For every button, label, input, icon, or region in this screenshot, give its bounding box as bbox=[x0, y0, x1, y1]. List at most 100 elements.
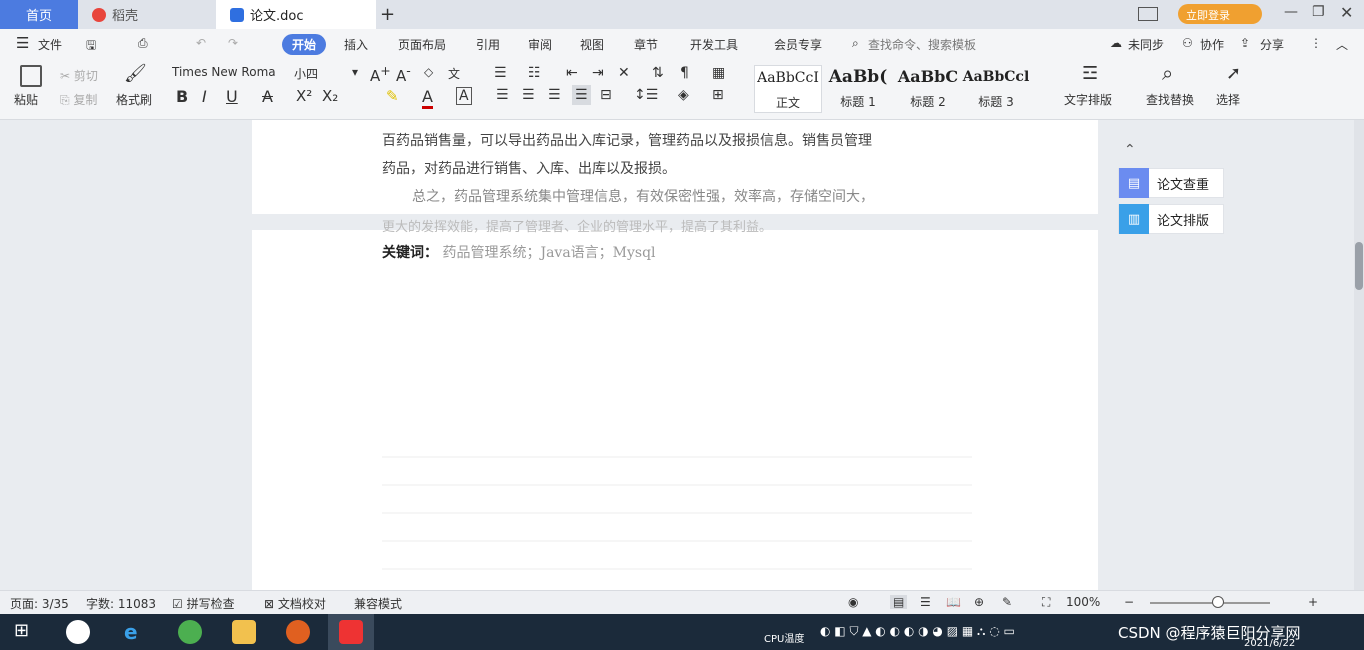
font-color-icon[interactable]: A bbox=[422, 87, 433, 109]
edit-view-icon[interactable]: ✎ bbox=[1002, 595, 1012, 609]
find-replace-icon[interactable]: ⌕ bbox=[1162, 61, 1173, 85]
wps-icon[interactable] bbox=[328, 614, 374, 650]
zoom-level[interactable]: 100% bbox=[1066, 595, 1100, 609]
collab-button[interactable]: 协作 bbox=[1200, 36, 1224, 53]
menu-file[interactable]: 文件 bbox=[38, 36, 62, 53]
menu-developer[interactable]: 开发工具 bbox=[690, 36, 738, 53]
cut-button[interactable]: ✂ 剪切 bbox=[60, 67, 98, 84]
thesis-layout-button[interactable]: ▥ 论文排版 bbox=[1118, 204, 1224, 234]
table-tools-icon[interactable]: ▦ bbox=[712, 65, 725, 81]
tab-home[interactable]: 首页 bbox=[0, 0, 78, 29]
undo-icon[interactable]: ↶ bbox=[196, 36, 206, 50]
quick-save-icon[interactable]: 🖫 bbox=[86, 36, 96, 57]
font-name-select[interactable]: Times New Roma bbox=[172, 65, 282, 79]
numbered-list-icon[interactable]: ☷ bbox=[528, 65, 541, 81]
command-search-input[interactable]: 查找命令、搜索模板 bbox=[868, 36, 976, 53]
new-tab-button[interactable]: + bbox=[380, 4, 395, 25]
chinese-layout-icon[interactable]: ✕ bbox=[618, 65, 630, 81]
grow-font-icon[interactable]: A+ bbox=[370, 63, 391, 85]
style-heading-1[interactable]: AaBb( 标题 1 bbox=[824, 65, 892, 113]
format-painter-label[interactable]: 格式刷 bbox=[116, 91, 152, 108]
superscript-icon[interactable]: X² bbox=[296, 87, 312, 105]
clear-format-icon[interactable]: ◇ bbox=[424, 65, 433, 79]
menu-start[interactable]: 开始 bbox=[282, 34, 327, 55]
app-icon-1[interactable] bbox=[66, 620, 90, 644]
decrease-indent-icon[interactable]: ⇤ bbox=[566, 65, 578, 81]
fit-page-icon[interactable]: ⛶ bbox=[1042, 595, 1050, 610]
quick-print-icon[interactable]: ⎙ bbox=[138, 36, 148, 51]
shading-icon[interactable]: ◈ bbox=[678, 87, 689, 103]
italic-icon[interactable]: I bbox=[202, 87, 207, 106]
strikethrough-icon[interactable]: A bbox=[262, 87, 273, 106]
subscript-icon[interactable]: X₂ bbox=[322, 87, 338, 105]
app-icon-2[interactable] bbox=[286, 620, 310, 644]
menu-review[interactable]: 审阅 bbox=[528, 36, 552, 53]
windows-start-icon[interactable]: ⊞ bbox=[14, 620, 38, 644]
style-normal[interactable]: AaBbCcI 正文 bbox=[754, 65, 822, 113]
text-layout-label[interactable]: 文字排版 bbox=[1064, 91, 1112, 108]
vertical-scrollbar[interactable] bbox=[1354, 120, 1364, 590]
phonetic-icon[interactable]: 文 bbox=[448, 65, 460, 82]
scrollbar-thumb[interactable] bbox=[1355, 242, 1363, 290]
menu-view[interactable]: 视图 bbox=[580, 36, 604, 53]
restore-button[interactable]: ❐ bbox=[1312, 4, 1325, 20]
copy-button[interactable]: ⎘ 复制 bbox=[60, 91, 97, 108]
style-heading-2[interactable]: AaBbC 标题 2 bbox=[894, 65, 962, 113]
close-button[interactable]: ✕ bbox=[1340, 3, 1353, 22]
tab-docer[interactable]: 稻壳 bbox=[78, 0, 216, 29]
zoom-in-button[interactable]: + bbox=[1308, 595, 1318, 609]
shrink-font-icon[interactable]: A- bbox=[396, 63, 411, 85]
show-marks-icon[interactable]: ¶ bbox=[680, 65, 689, 81]
select-label[interactable]: 选择 bbox=[1216, 91, 1240, 108]
highlight-icon[interactable]: ✎ bbox=[386, 87, 399, 105]
side-collapse-icon[interactable]: ⌃ bbox=[1124, 142, 1136, 158]
collapse-ribbon-icon[interactable]: ︿ bbox=[1336, 36, 1348, 53]
ie-browser-icon[interactable]: e bbox=[124, 620, 148, 644]
file-explorer-icon[interactable] bbox=[232, 620, 256, 644]
menu-member[interactable]: 会员专享 bbox=[774, 36, 822, 53]
more-icon[interactable]: ⋮ bbox=[1310, 36, 1322, 50]
format-painter-icon[interactable]: 🖌 bbox=[124, 63, 147, 84]
paste-icon[interactable] bbox=[20, 65, 42, 87]
justify-icon[interactable]: ☰ bbox=[572, 85, 591, 105]
thesis-check-button[interactable]: ▤ 论文查重 bbox=[1118, 168, 1224, 198]
zoom-slider[interactable] bbox=[1150, 602, 1270, 604]
browser-360-icon[interactable] bbox=[178, 620, 202, 644]
find-replace-label[interactable]: 查找替换 bbox=[1146, 91, 1194, 108]
outline-view-icon[interactable]: ☰ bbox=[920, 595, 931, 609]
tab-document[interactable]: 论文.doc bbox=[216, 0, 376, 29]
word-count[interactable]: 字数: 11083 bbox=[86, 595, 156, 612]
tray-icons[interactable]: ◐ ◧ ⛉ ▲ ◐ ◐ ◐ ◑ ◕ ▨ ▦ ⛬ ◌ ▭ bbox=[820, 624, 1015, 639]
web-view-icon[interactable]: ⊕ bbox=[974, 595, 984, 609]
page-view-icon[interactable]: ▤ bbox=[890, 595, 908, 609]
char-border-icon[interactable]: A bbox=[456, 87, 472, 105]
minimize-button[interactable]: — bbox=[1284, 4, 1298, 20]
font-size-select[interactable]: 小四 bbox=[294, 65, 318, 82]
menu-chapter[interactable]: 章节 bbox=[634, 36, 658, 53]
select-cursor-icon[interactable]: ➚ bbox=[1226, 63, 1241, 84]
page-current[interactable]: 更大的发挥效能，提高了管理者、企业的管理水平，提高了其利益。 关键词： 药品管理… bbox=[252, 220, 1098, 590]
menu-references[interactable]: 引用 bbox=[476, 36, 500, 53]
underline-icon[interactable]: U bbox=[226, 87, 238, 106]
sort-icon[interactable]: ⇅ bbox=[652, 65, 664, 81]
doc-proof-button[interactable]: ⊠ 文档校对 bbox=[264, 595, 326, 612]
distribute-icon[interactable]: ⊟ bbox=[600, 87, 612, 103]
align-left-icon[interactable]: ☰ bbox=[496, 87, 509, 103]
read-view-icon[interactable]: 📖 bbox=[946, 595, 961, 609]
style-heading-3[interactable]: AaBbCcl 标题 3 bbox=[962, 65, 1030, 113]
hamburger-menu-icon[interactable]: ☰ bbox=[16, 34, 29, 52]
align-center-icon[interactable]: ☰ bbox=[522, 87, 535, 103]
redo-icon[interactable]: ↷ bbox=[228, 36, 238, 50]
menu-insert[interactable]: 插入 bbox=[344, 36, 368, 53]
line-spacing-icon[interactable]: ↕☰ bbox=[634, 87, 658, 103]
share-button[interactable]: 分享 bbox=[1260, 36, 1284, 53]
sync-status[interactable]: 未同步 bbox=[1128, 36, 1164, 53]
login-button[interactable]: 立即登录 bbox=[1178, 4, 1262, 24]
align-right-icon[interactable]: ☰ bbox=[548, 87, 561, 103]
bold-icon[interactable]: B bbox=[176, 87, 188, 106]
increase-indent-icon[interactable]: ⇥ bbox=[592, 65, 604, 81]
eye-protect-icon[interactable]: ◉ bbox=[848, 595, 858, 609]
zoom-slider-handle[interactable] bbox=[1212, 596, 1224, 608]
page-indicator[interactable]: 页面: 3/35 bbox=[10, 595, 69, 612]
menu-page-layout[interactable]: 页面布局 bbox=[398, 36, 446, 53]
